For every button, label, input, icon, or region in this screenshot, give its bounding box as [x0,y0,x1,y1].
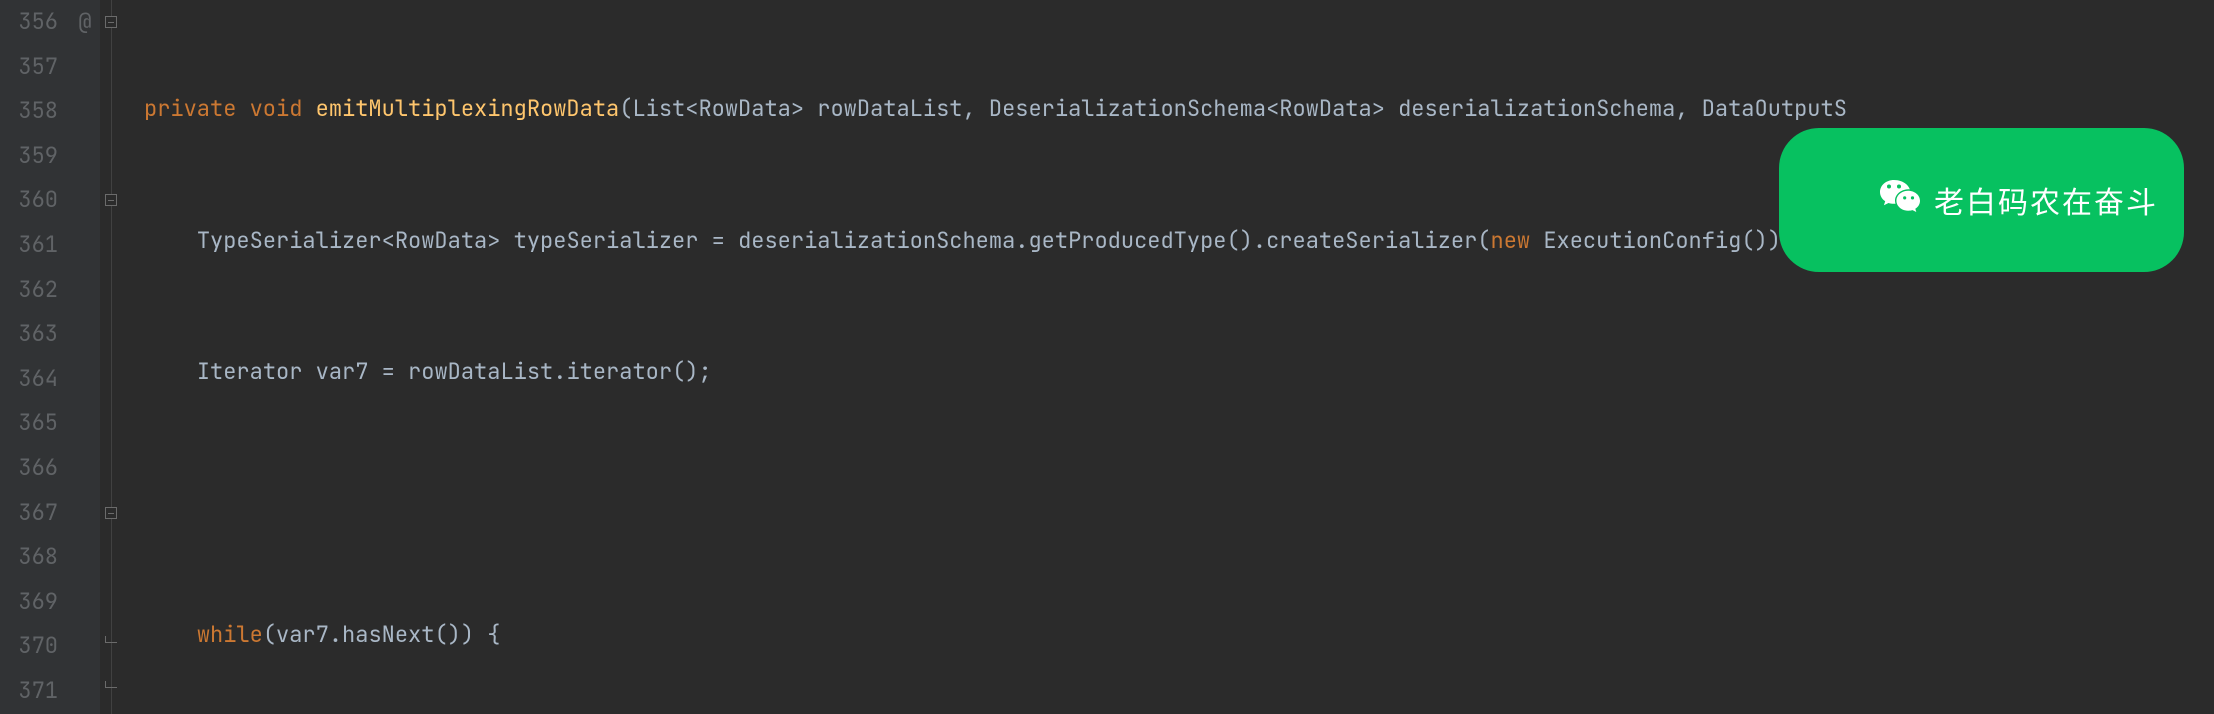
line-number-gutter[interactable]: 356 357 358 359 360 361 362 363 364 365 … [0,0,70,714]
fold-toggle-icon[interactable] [105,194,117,206]
line-number[interactable]: 364 [0,357,58,402]
watermark-badge: 老白码农在奋斗 [1779,128,2184,272]
line-number[interactable]: 360 [0,178,58,223]
code-line[interactable]: private void emitMultiplexingRowData(Lis… [124,87,2214,132]
line-number[interactable]: 369 [0,580,58,625]
fold-close-icon [105,687,117,688]
line-number[interactable]: 358 [0,89,58,134]
fold-toggle-icon[interactable] [105,507,117,519]
code-line[interactable]: while(var7.hasNext()) { [124,613,2214,658]
line-number[interactable]: 359 [0,134,58,179]
method-declaration: emitMultiplexingRowData [316,94,620,123]
line-number[interactable]: 356 [0,0,58,45]
wechat-icon [1793,138,1924,262]
keyword: void [250,94,303,123]
watermark-text: 老白码农在奋斗 [1934,178,2158,222]
line-number[interactable]: 363 [0,312,58,357]
keyword: private [144,94,236,123]
line-number[interactable]: 357 [0,45,58,90]
line-number[interactable]: 365 [0,401,58,446]
line-number[interactable]: 361 [0,223,58,268]
code-area[interactable]: private void emitMultiplexingRowData(Lis… [124,0,2214,714]
code-line[interactable] [124,482,2214,527]
annotation-gutter: @ [70,0,100,714]
fold-gutter[interactable] [100,0,124,714]
code-line[interactable]: Iterator var7 = rowDataList.iterator(); [124,350,2214,395]
line-number[interactable]: 370 [0,624,58,669]
line-number[interactable]: 367 [0,491,58,536]
keyword: new [1491,226,1531,255]
keyword: while [197,620,263,649]
line-number[interactable]: 371 [0,669,58,714]
line-number[interactable]: 366 [0,446,58,491]
code-editor[interactable]: 356 357 358 359 360 361 362 363 364 365 … [0,0,2214,714]
fold-close-icon [105,642,117,643]
line-number[interactable]: 362 [0,268,58,313]
fold-toggle-icon[interactable] [105,16,117,28]
line-number[interactable]: 368 [0,535,58,580]
vcs-change-marker: @ [70,0,100,45]
